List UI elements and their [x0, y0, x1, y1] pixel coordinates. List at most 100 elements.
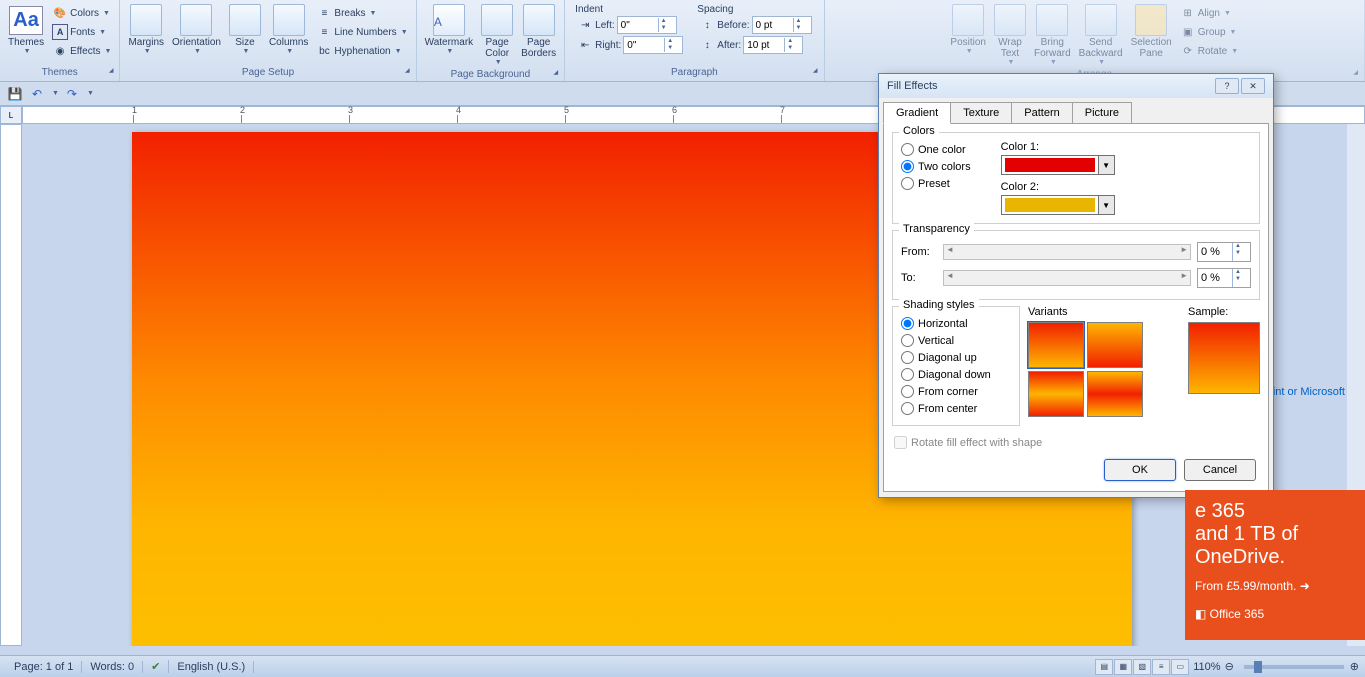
transparency-from-input[interactable]: ▲▼ — [1197, 242, 1251, 262]
side-link[interactable]: int or Microsoft — [1273, 386, 1345, 398]
size-icon — [229, 4, 261, 36]
preset-radio[interactable]: Preset — [901, 175, 971, 192]
one-color-radio[interactable]: One color — [901, 141, 971, 158]
web-layout-view[interactable]: ▧ — [1133, 659, 1151, 675]
rotate-fill-checkbox[interactable]: Rotate fill effect with shape — [892, 432, 1260, 453]
chevron-down-icon: ▼ — [24, 48, 31, 55]
sample-preview — [1188, 322, 1260, 394]
proofing-icon[interactable]: ✔ — [143, 660, 169, 673]
status-bar: Page: 1 of 1 Words: 0 ✔ English (U.S.) ▤… — [0, 655, 1365, 677]
spacing-before-input[interactable]: ▲▼ — [752, 16, 812, 34]
zoom-slider[interactable] — [1244, 665, 1344, 669]
color1-dropdown[interactable]: ▼ — [1001, 155, 1115, 175]
cancel-button[interactable]: Cancel — [1184, 459, 1256, 481]
transparency-to-input[interactable]: ▲▼ — [1197, 268, 1251, 288]
vertical-ruler[interactable] — [0, 124, 22, 646]
ribbon-group-arrange: Position▼ Wrap Text▼ Bring Forward▼ Send… — [825, 0, 1365, 81]
size-button[interactable]: Size▼ — [225, 2, 265, 57]
spacing-after-icon: ↕ — [699, 37, 715, 53]
outline-view[interactable]: ≡ — [1152, 659, 1170, 675]
page-status[interactable]: Page: 1 of 1 — [6, 661, 82, 673]
indent-right-input[interactable]: ▲▼ — [623, 36, 683, 54]
vertical-radio[interactable]: Vertical — [901, 332, 1011, 349]
tab-texture[interactable]: Texture — [950, 102, 1012, 124]
themes-button[interactable]: Aa Themes ▼ — [4, 2, 48, 57]
columns-icon — [273, 4, 305, 36]
diagonal-down-radio[interactable]: Diagonal down — [901, 366, 1011, 383]
line-numbers-button[interactable]: ≡Line Numbers▼ — [314, 23, 409, 41]
chevron-down-icon: ▼ — [1098, 196, 1114, 214]
undo-button[interactable]: ↶ — [28, 85, 46, 103]
zoom-in-button[interactable]: ⊕ — [1350, 660, 1359, 673]
page-color-icon — [481, 4, 513, 36]
page-borders-button[interactable]: Page Borders — [517, 2, 560, 61]
colors-button[interactable]: 🎨Colors▼ — [50, 4, 113, 22]
spacing-after-input[interactable]: ▲▼ — [743, 36, 803, 54]
group-label: Page Background — [421, 68, 561, 81]
ruler-corner[interactable]: L — [0, 106, 22, 124]
indent-left-icon: ⇥ — [577, 17, 593, 33]
office365-ad[interactable]: e 365 and 1 TB of OneDrive. From £5.99/m… — [1185, 490, 1365, 640]
position-button: Position▼ — [946, 2, 990, 57]
margins-button[interactable]: Margins▼ — [124, 2, 168, 57]
diagonal-up-radio[interactable]: Diagonal up — [901, 349, 1011, 366]
horizontal-radio[interactable]: Horizontal — [901, 315, 1011, 332]
bring-forward-button: Bring Forward▼ — [1030, 2, 1075, 68]
zoom-out-button[interactable]: ⊖ — [1225, 660, 1234, 673]
tab-pattern[interactable]: Pattern — [1011, 102, 1072, 124]
align-button[interactable]: ⊞Align▼ — [1178, 4, 1240, 22]
language-status[interactable]: English (U.S.) — [169, 661, 254, 673]
spacing-before-row: ↕Before: ▲▼ — [697, 15, 813, 35]
word-count[interactable]: Words: 0 — [82, 661, 143, 673]
transparency-to-slider[interactable] — [943, 270, 1191, 286]
full-screen-view[interactable]: ▦ — [1114, 659, 1132, 675]
indent-left-input[interactable]: ▲▼ — [617, 16, 677, 34]
variants-grid — [1028, 322, 1180, 417]
orientation-button[interactable]: Orientation▼ — [168, 2, 225, 57]
arrow-right-icon: ➜ — [1300, 579, 1310, 593]
spacing-after-row: ↕After: ▲▼ — [697, 35, 813, 55]
transparency-from-slider[interactable] — [943, 244, 1191, 260]
ok-button[interactable]: OK — [1104, 459, 1176, 481]
color2-label: Color 2: — [1001, 181, 1115, 193]
zoom-level[interactable]: 110% — [1193, 661, 1220, 673]
sample-label: Sample: — [1188, 306, 1260, 318]
ribbon: Aa Themes ▼ 🎨Colors▼ AFonts▼ ◉Effects▼ T… — [0, 0, 1365, 82]
hyphenation-button[interactable]: bcHyphenation▼ — [314, 42, 409, 60]
variant-4[interactable] — [1087, 371, 1143, 417]
variant-3[interactable] — [1028, 371, 1084, 417]
two-colors-radio[interactable]: Two colors — [901, 158, 971, 175]
breaks-button[interactable]: ≡Breaks▼ — [314, 4, 409, 22]
from-center-radio[interactable]: From center — [901, 400, 1011, 417]
dialog-title: Fill Effects — [887, 80, 938, 92]
close-button[interactable]: ✕ — [1241, 78, 1265, 94]
variant-2[interactable] — [1087, 322, 1143, 368]
page-color-button[interactable]: Page Color▼ — [477, 2, 517, 68]
from-corner-radio[interactable]: From corner — [901, 383, 1011, 400]
customize-qat[interactable]: ▼ — [87, 90, 94, 97]
shading-styles-fieldset: Shading styles Horizontal Vertical Diago… — [892, 306, 1020, 426]
watermark-button[interactable]: AWatermark▼ — [421, 2, 478, 57]
tab-gradient[interactable]: Gradient — [883, 102, 951, 124]
ribbon-group-paragraph: Indent ⇥Left: ▲▼ ⇤Right: ▲▼ Spacing ↕Bef… — [565, 0, 824, 81]
draft-view[interactable]: ▭ — [1171, 659, 1189, 675]
selection-pane-button[interactable]: Selection Pane — [1127, 2, 1176, 61]
fonts-button[interactable]: AFonts▼ — [50, 23, 113, 41]
save-button[interactable]: 💾 — [6, 85, 24, 103]
view-buttons: ▤ ▦ ▧ ≡ ▭ — [1095, 659, 1189, 675]
colors-icon: 🎨 — [52, 5, 68, 21]
redo-button[interactable]: ↷ — [63, 85, 81, 103]
themes-icon: Aa — [10, 4, 42, 36]
effects-button[interactable]: ◉Effects▼ — [50, 42, 113, 60]
color2-dropdown[interactable]: ▼ — [1001, 195, 1115, 215]
help-button[interactable]: ? — [1215, 78, 1239, 94]
dialog-title-bar[interactable]: Fill Effects ? ✕ — [879, 74, 1273, 98]
ribbon-group-page-setup: Margins▼ Orientation▼ Size▼ Columns▼ ≡Br… — [120, 0, 416, 81]
page-borders-icon — [523, 4, 555, 36]
print-layout-view[interactable]: ▤ — [1095, 659, 1113, 675]
columns-button[interactable]: Columns▼ — [265, 2, 312, 57]
transparency-to-label: To: — [901, 272, 937, 284]
undo-menu[interactable]: ▼ — [52, 90, 59, 97]
tab-picture[interactable]: Picture — [1072, 102, 1132, 124]
variant-1[interactable] — [1028, 322, 1084, 368]
